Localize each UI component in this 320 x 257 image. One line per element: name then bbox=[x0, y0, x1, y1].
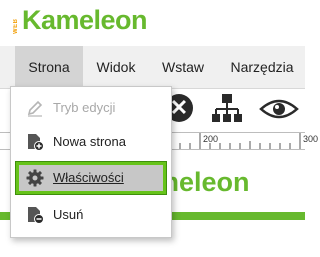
strona-dropdown-menu: Tryb edycji Nowa strona Właściwości Usuń bbox=[10, 86, 172, 238]
menu-item-label: Tryb edycji bbox=[53, 100, 116, 115]
menu-widok[interactable]: Widok bbox=[90, 46, 142, 88]
menu-wstaw[interactable]: Wstaw bbox=[157, 46, 209, 88]
new-page-icon bbox=[28, 134, 44, 151]
ruler-label-300: 300 bbox=[303, 134, 319, 144]
logo: Kameleon bbox=[22, 5, 148, 35]
menu-item-wlasciwosci[interactable]: Właściwości bbox=[15, 161, 167, 195]
menu-strona[interactable]: Strona bbox=[15, 46, 83, 88]
gear-icon bbox=[26, 169, 44, 187]
menu-item-usun[interactable]: Usuń bbox=[16, 199, 166, 231]
eye-icon[interactable] bbox=[259, 97, 299, 121]
logo-prefix: WEB bbox=[13, 18, 19, 34]
app-header: WEB Kameleon bbox=[0, 0, 305, 46]
menu-item-label: Nowa strona bbox=[53, 134, 126, 149]
pencil-icon bbox=[27, 100, 43, 117]
sitemap-icon[interactable] bbox=[211, 93, 243, 125]
menu-narzedzia[interactable]: Narzędzia bbox=[226, 46, 298, 88]
ruler-label-200: 200 bbox=[203, 134, 219, 144]
menu-item-tryb-edycji: Tryb edycji bbox=[16, 92, 166, 124]
delete-page-icon bbox=[28, 207, 44, 224]
menubar: Strona Widok Wstaw Narzędzia bbox=[0, 46, 305, 89]
menu-item-label: Usuń bbox=[53, 207, 84, 222]
menu-item-nowa-strona[interactable]: Nowa strona bbox=[16, 126, 166, 158]
menu-item-label: Właściwości bbox=[53, 170, 124, 185]
